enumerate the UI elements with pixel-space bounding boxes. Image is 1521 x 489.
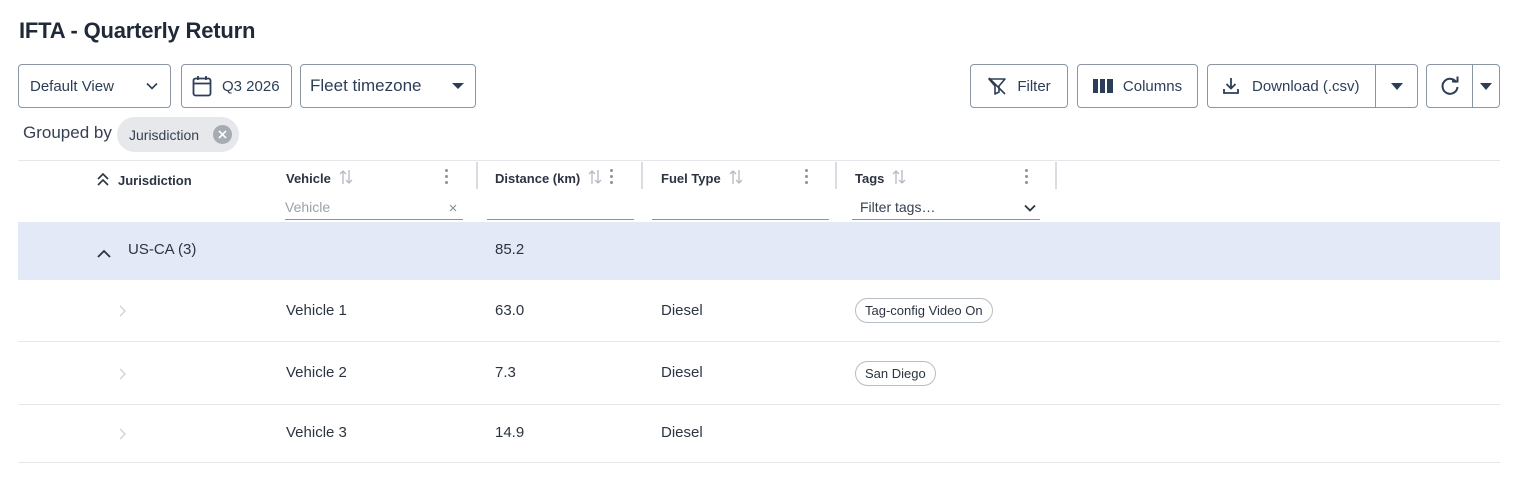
- group-label: US-CA (3): [128, 241, 197, 258]
- view-select[interactable]: Default View: [18, 64, 171, 108]
- distance-cell: 63.0: [495, 302, 525, 319]
- filter-off-icon: [987, 77, 1007, 95]
- filter-button[interactable]: Filter: [970, 64, 1068, 108]
- columns-button-label: Columns: [1122, 77, 1183, 95]
- vehicle-cell: Vehicle 2: [286, 364, 347, 381]
- vehicle-filter-input[interactable]: Vehicle: [285, 194, 463, 220]
- caret-down-icon: [1480, 82, 1492, 90]
- tag-chip: Tag-config Video On: [855, 298, 993, 323]
- refresh-icon: [1440, 76, 1460, 96]
- columns-button[interactable]: Columns: [1077, 64, 1198, 108]
- sort-icon[interactable]: [588, 169, 602, 188]
- group-chip-label: Jurisdiction: [129, 126, 200, 143]
- refresh-options-button[interactable]: [1473, 65, 1499, 107]
- download-csv-button[interactable]: Download (.csv): [1208, 65, 1376, 107]
- vehicle-filter-placeholder: Vehicle: [285, 198, 331, 215]
- download-options-button[interactable]: [1376, 65, 1417, 107]
- column-header-label: Jurisdiction: [118, 173, 192, 188]
- date-range-button[interactable]: Q3 2026: [181, 64, 292, 108]
- timezone-select[interactable]: Fleet timezone: [300, 64, 476, 108]
- column-header-distance[interactable]: Distance (km): [495, 169, 602, 188]
- collapse-all-icon[interactable]: [96, 171, 110, 190]
- caret-down-icon: [451, 82, 465, 90]
- page-title: IFTA - Quarterly Return: [19, 18, 256, 43]
- grid-top-border: [18, 160, 1500, 161]
- fuel-type-cell: Diesel: [661, 302, 703, 319]
- tags-filter-placeholder: Filter tags…: [860, 198, 936, 215]
- distance-cell: 7.3: [495, 364, 516, 381]
- calendar-icon: [192, 75, 212, 97]
- column-header-label: Vehicle: [286, 171, 331, 186]
- fuel-type-cell: Diesel: [661, 424, 703, 441]
- date-range-label: Q3 2026: [222, 77, 280, 95]
- download-button-label: Download (.csv): [1252, 77, 1360, 95]
- column-menu-icon[interactable]: [805, 169, 809, 187]
- chevron-down-icon: [146, 82, 158, 90]
- chevron-right-icon[interactable]: [119, 367, 126, 385]
- timezone-select-value: Fleet timezone: [310, 76, 422, 95]
- tag-chip: San Diego: [855, 361, 936, 386]
- download-button-group: Download (.csv): [1207, 64, 1418, 108]
- table-row[interactable]: Vehicle 3 14.9 Diesel: [18, 405, 1500, 462]
- column-header-jurisdiction[interactable]: Jurisdiction: [96, 171, 192, 190]
- column-header-vehicle[interactable]: Vehicle: [286, 169, 353, 188]
- sort-icon[interactable]: [339, 169, 353, 188]
- vehicle-cell: Vehicle 3: [286, 424, 347, 441]
- column-header-label: Distance (km): [495, 171, 581, 186]
- refresh-button-group: [1426, 64, 1500, 108]
- distance-filter-input[interactable]: [487, 194, 634, 220]
- column-header-label: Fuel Type: [661, 171, 721, 186]
- chevron-up-icon[interactable]: [97, 245, 111, 263]
- group-distance-total: 85.2: [495, 241, 525, 258]
- fuel-type-filter-input[interactable]: [652, 194, 829, 220]
- view-select-value: Default View: [30, 77, 114, 95]
- sort-icon[interactable]: [729, 169, 743, 188]
- remove-group-icon[interactable]: [213, 125, 232, 144]
- column-menu-icon[interactable]: [610, 169, 614, 187]
- distance-cell: 14.9: [495, 424, 525, 441]
- column-header-tags[interactable]: Tags: [855, 169, 906, 188]
- column-menu-icon[interactable]: [1025, 169, 1029, 187]
- column-resize-handle[interactable]: [476, 162, 478, 189]
- row-divider: [18, 462, 1500, 463]
- column-resize-handle[interactable]: [835, 162, 837, 189]
- grouped-by-label: Grouped by: [23, 123, 112, 142]
- group-row[interactable]: US-CA (3) 85.2: [18, 222, 1500, 279]
- clear-icon[interactable]: [449, 199, 457, 215]
- sort-icon[interactable]: [892, 169, 906, 188]
- vehicle-cell: Vehicle 1: [286, 302, 347, 319]
- table-row[interactable]: Vehicle 1 63.0 Diesel Tag-config Video O…: [18, 280, 1500, 341]
- download-icon: [1222, 77, 1240, 95]
- columns-icon: [1092, 79, 1113, 93]
- caret-down-icon: [1390, 82, 1403, 90]
- refresh-button[interactable]: [1427, 65, 1473, 107]
- column-resize-handle[interactable]: [641, 162, 643, 189]
- table-row[interactable]: Vehicle 2 7.3 Diesel San Diego: [18, 342, 1500, 404]
- chevron-right-icon[interactable]: [119, 427, 126, 445]
- data-grid: Jurisdiction Vehicle Distance (km) Fuel …: [18, 160, 1500, 463]
- column-header-fuel-type[interactable]: Fuel Type: [661, 169, 743, 188]
- column-header-label: Tags: [855, 171, 885, 186]
- chevron-down-icon: [1024, 199, 1036, 215]
- group-chip-jurisdiction: Jurisdiction: [117, 117, 239, 152]
- chevron-right-icon[interactable]: [119, 304, 126, 322]
- column-resize-handle[interactable]: [1055, 162, 1057, 189]
- tags-filter-select[interactable]: Filter tags…: [852, 194, 1040, 220]
- filter-button-label: Filter: [1017, 77, 1051, 95]
- column-menu-icon[interactable]: [445, 169, 449, 187]
- fuel-type-cell: Diesel: [661, 364, 703, 381]
